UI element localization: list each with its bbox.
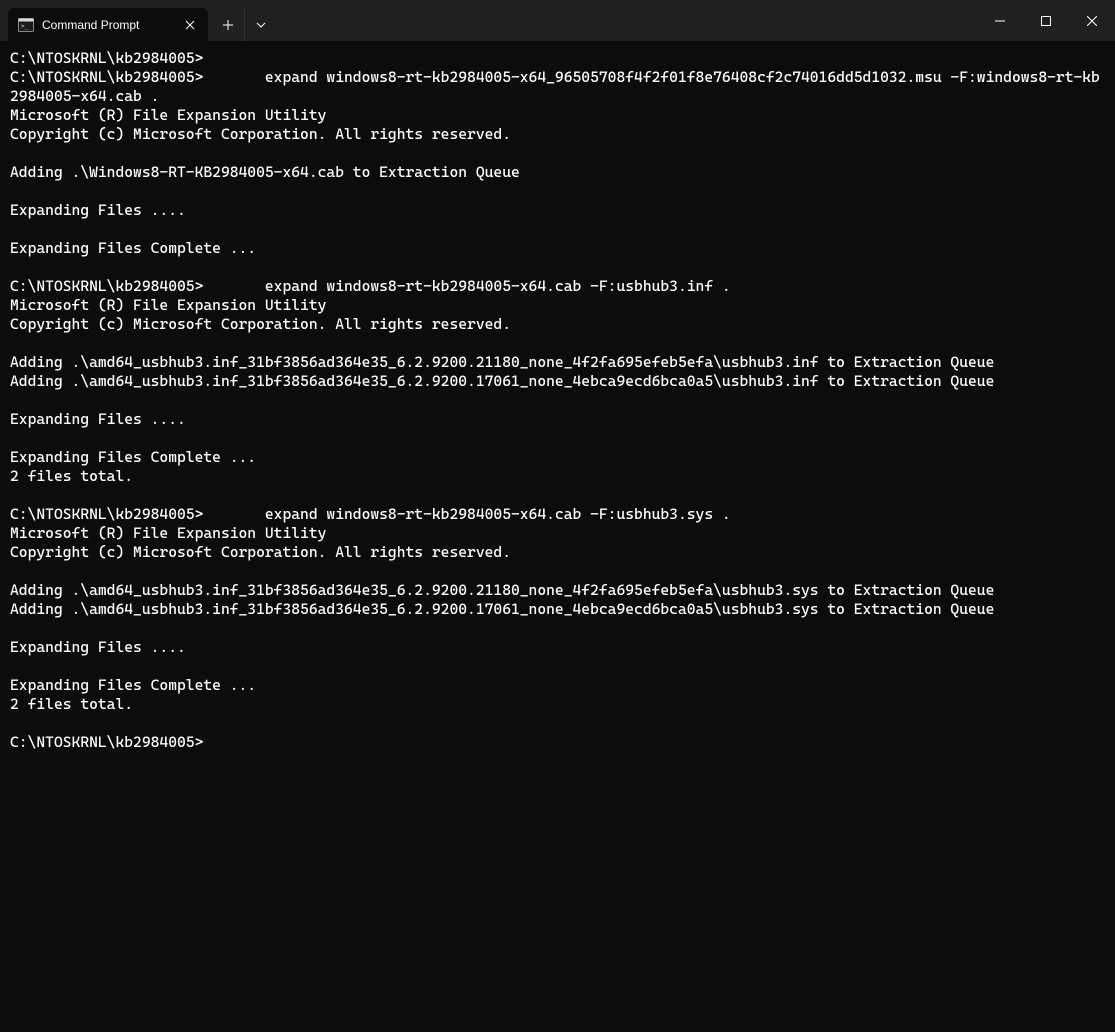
tab-command-prompt[interactable]: >_ Command Prompt — [8, 8, 208, 41]
cmd-icon: >_ — [18, 17, 34, 33]
titlebar-drag-region[interactable] — [276, 0, 977, 41]
tab-dropdown-button[interactable] — [244, 8, 276, 41]
tab-title: Command Prompt — [42, 18, 174, 32]
terminal-output[interactable]: C:\NTOSKRNL\kb2984005> C:\NTOSKRNL\kb298… — [0, 41, 1115, 760]
new-tab-button[interactable] — [212, 8, 244, 41]
tabs-area: >_ Command Prompt — [0, 0, 276, 41]
svg-text:>_: >_ — [21, 23, 29, 30]
titlebar: >_ Command Prompt — [0, 0, 1115, 41]
tab-close-button[interactable] — [182, 17, 198, 33]
maximize-button[interactable] — [1023, 0, 1069, 41]
window-controls — [977, 0, 1115, 41]
close-button[interactable] — [1069, 0, 1115, 41]
minimize-button[interactable] — [977, 0, 1023, 41]
